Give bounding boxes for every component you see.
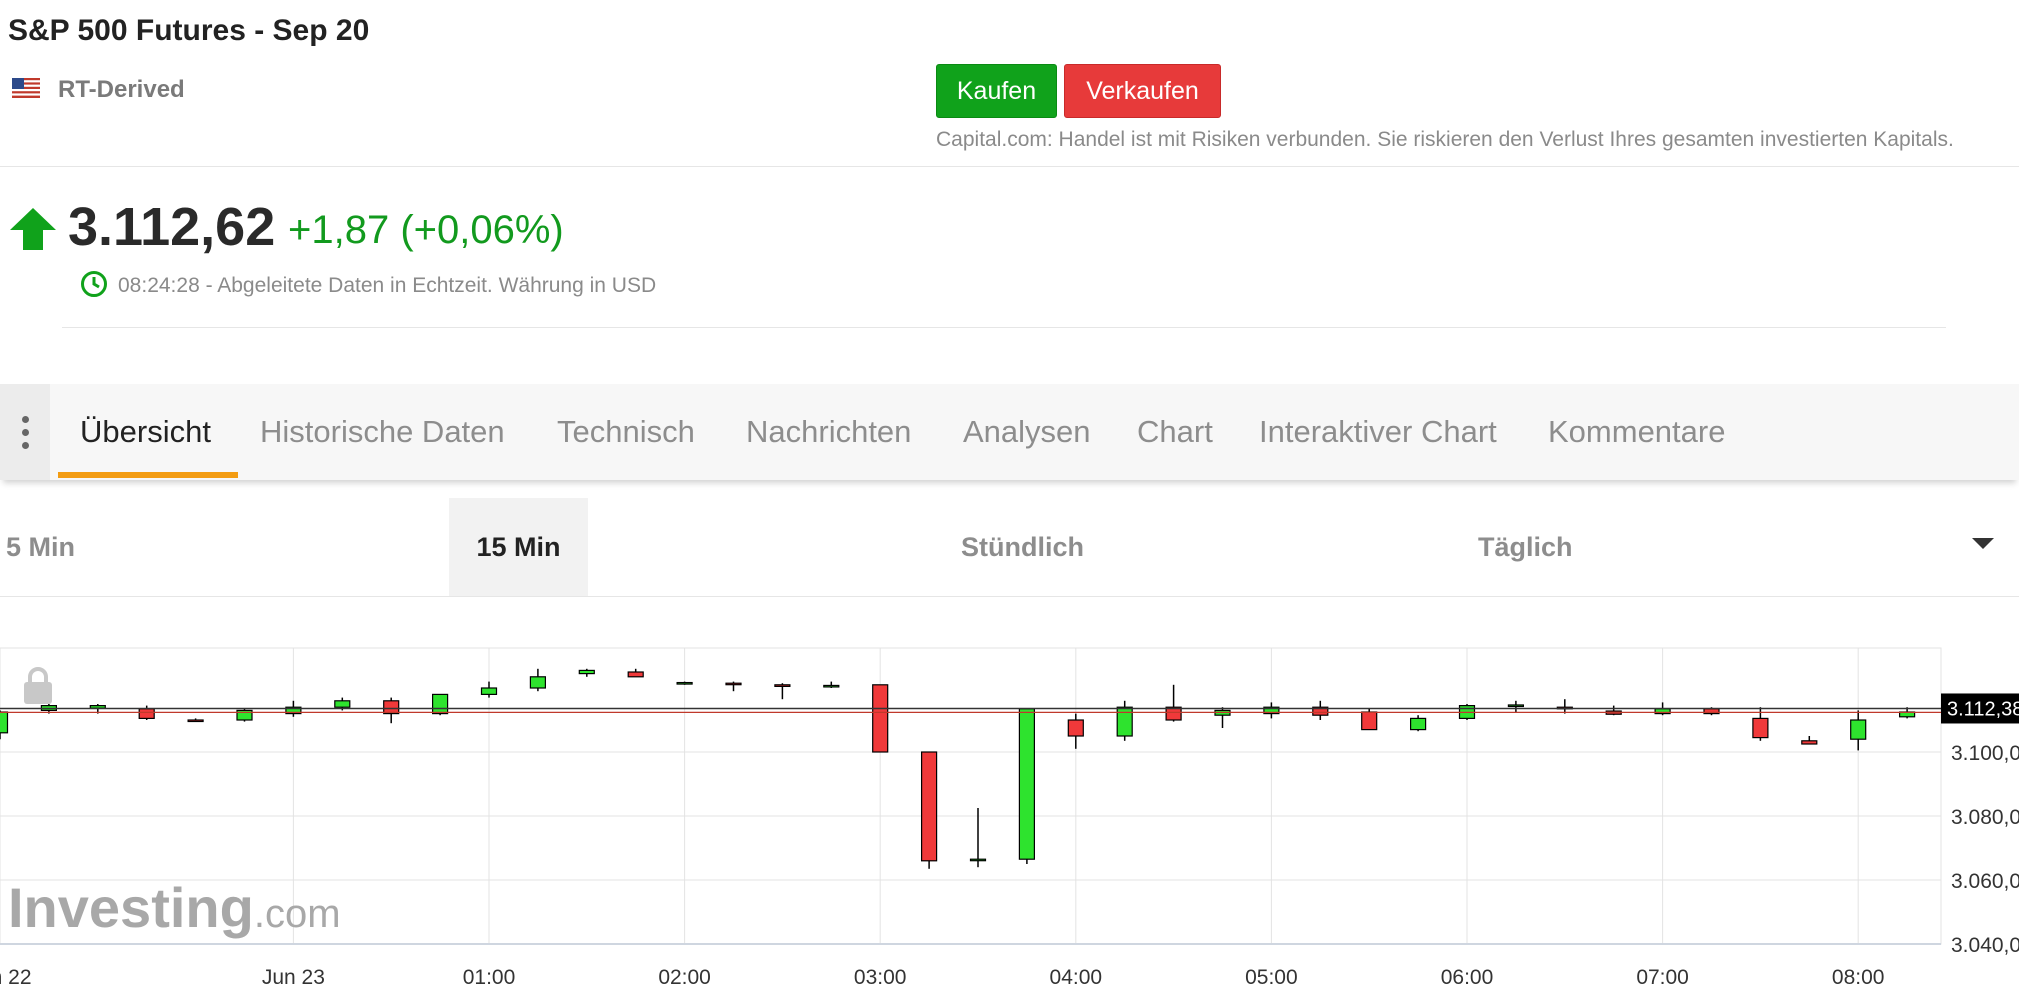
timeframe-daily[interactable]: Täglich xyxy=(1478,498,1573,596)
tab-overview[interactable]: Übersicht xyxy=(80,384,211,480)
timeframe-bar: 5 Min 15 Min Stündlich Täglich xyxy=(0,498,2019,597)
tab-chart[interactable]: Chart xyxy=(1137,384,1213,480)
tab-news[interactable]: Nachrichten xyxy=(746,384,911,480)
divider xyxy=(62,327,1946,328)
tab-technical[interactable]: Technisch xyxy=(557,384,695,480)
x-tick-label: 03:00 xyxy=(854,966,907,989)
quote-timestamp: 08:24:28 - Abgeleitete Daten in Echtzeit… xyxy=(118,274,657,297)
candle-down xyxy=(725,682,742,686)
last-price-label: 3.112,38 xyxy=(1947,698,2019,720)
divider xyxy=(0,166,2019,167)
candle-down xyxy=(383,700,400,715)
y-tick-label: 3.060,00 xyxy=(1951,870,2019,893)
candle-down xyxy=(872,684,889,753)
candle-down xyxy=(774,684,791,687)
candle-down xyxy=(1801,740,1818,745)
risk-disclaimer: Capital.com: Handel ist mit Risiken verb… xyxy=(936,128,1954,151)
candle-down xyxy=(187,719,204,723)
candles xyxy=(0,668,1916,869)
y-tick-label: 3.100,00 xyxy=(1951,742,2019,765)
timeframe-hourly[interactable]: Stündlich xyxy=(961,498,1084,596)
candle-up xyxy=(969,858,987,862)
investing-logo: Investing.com xyxy=(8,876,341,939)
candle-up xyxy=(1850,719,1867,740)
candle-down xyxy=(627,671,644,678)
x-tick-label: Jun 22 xyxy=(0,966,32,989)
candle-up xyxy=(432,693,449,715)
arrow-up-icon xyxy=(10,208,56,250)
candle-up xyxy=(823,684,840,688)
x-tick-label: Jun 23 xyxy=(262,966,325,989)
candle-down xyxy=(920,751,938,862)
timeframe-5min[interactable]: 5 Min xyxy=(6,498,75,596)
candle-down xyxy=(138,708,155,720)
lock-icon[interactable] xyxy=(24,667,52,704)
active-tab-indicator xyxy=(58,472,238,478)
y-tick-label: 3.040,00 xyxy=(1951,934,2019,957)
x-tick-label: 08:00 xyxy=(1832,966,1885,989)
candle-up xyxy=(1507,704,1525,708)
buy-button[interactable]: Kaufen xyxy=(936,64,1057,118)
candle-up xyxy=(578,669,595,675)
axes: 3.100,00 3.080,00 3.060,00 3.040,00 Jun 22 Ju… xyxy=(0,693,2019,989)
more-menu-icon[interactable] xyxy=(0,384,50,480)
x-tick-label: 04:00 xyxy=(1050,966,1103,989)
exchange-label: RT-Derived xyxy=(58,76,185,103)
candle-up xyxy=(0,711,9,734)
x-tick-label: 01:00 xyxy=(463,966,516,989)
price-chart[interactable]: 3.100,00 3.080,00 3.060,00 3.040,00 Jun 22 Ju… xyxy=(0,640,2019,1003)
price-change: +1,87 (+0,06%) xyxy=(288,208,564,252)
tab-comments[interactable]: Kommentare xyxy=(1548,384,1725,480)
x-tick-label: 05:00 xyxy=(1245,966,1298,989)
x-tick-label: 02:00 xyxy=(658,966,711,989)
timeframe-15min[interactable]: 15 Min xyxy=(449,498,588,596)
sell-button[interactable]: Verkaufen xyxy=(1064,64,1221,118)
candle-up xyxy=(1409,717,1427,731)
us-flag-icon xyxy=(12,78,40,98)
candle-up xyxy=(1116,706,1133,737)
x-tick-label: 07:00 xyxy=(1636,966,1689,989)
candle-down xyxy=(1067,719,1084,737)
chevron-down-icon[interactable] xyxy=(1972,538,1994,549)
candle-up xyxy=(480,687,498,696)
tab-historical-data[interactable]: Historische Daten xyxy=(260,384,505,480)
clock-icon xyxy=(81,271,107,297)
candle-down xyxy=(1361,711,1378,731)
candle-up xyxy=(1018,708,1036,860)
page-title: S&P 500 Futures - Sep 20 xyxy=(8,14,370,47)
last-price: 3.112,62 xyxy=(68,197,276,257)
tab-bar: Übersicht Historische Daten Technisch Na… xyxy=(0,384,2019,480)
tab-interactive-chart[interactable]: Interaktiver Chart xyxy=(1259,384,1497,480)
x-tick-label: 06:00 xyxy=(1441,966,1494,989)
candle-up xyxy=(529,676,547,689)
candle-up xyxy=(334,700,351,708)
tab-analysis[interactable]: Analysen xyxy=(963,384,1091,480)
y-tick-label: 3.080,00 xyxy=(1951,806,2019,829)
candle-down xyxy=(1752,717,1769,739)
candle-up xyxy=(676,681,693,685)
